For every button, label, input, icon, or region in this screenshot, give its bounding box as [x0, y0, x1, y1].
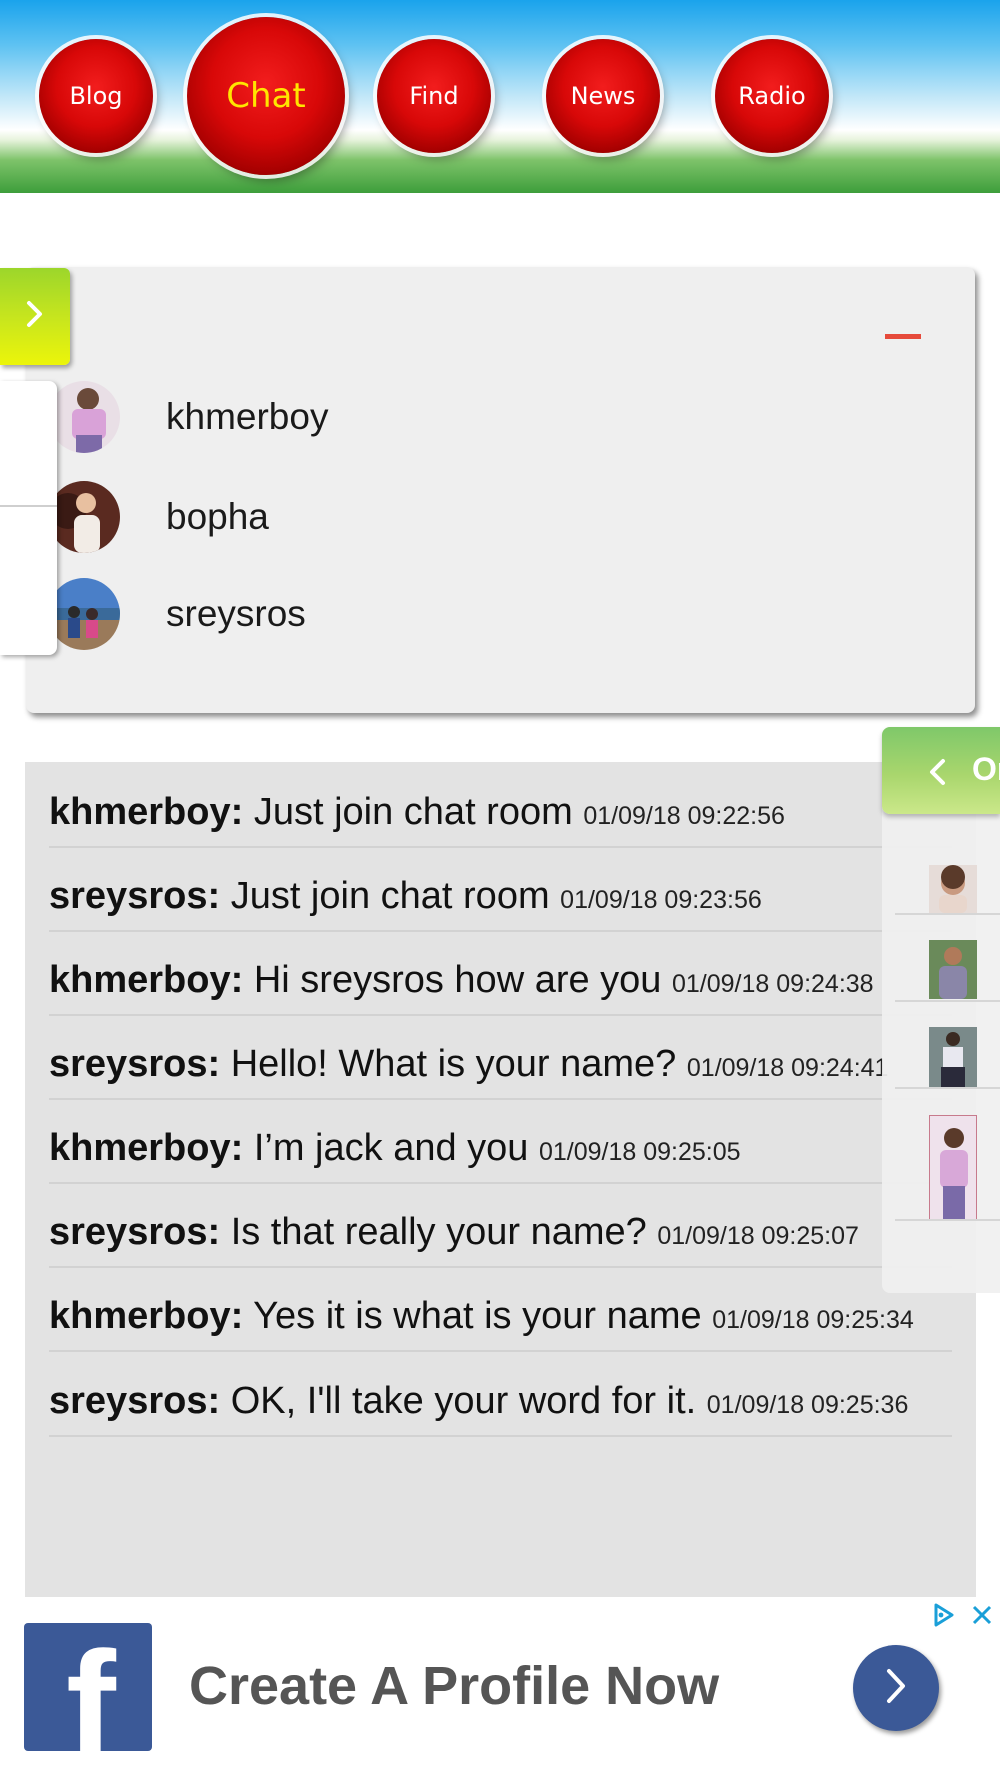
nav-find-button[interactable]: Find	[377, 39, 491, 153]
message-user[interactable]: khmerboy:	[49, 959, 243, 1001]
message-user[interactable]: sreysros:	[49, 1380, 220, 1422]
online-tab-label: Or	[972, 751, 1000, 787]
open-rooms-tab[interactable]	[0, 268, 70, 365]
nav-find-label: Find	[409, 82, 459, 110]
left-drawer[interactable]	[0, 381, 57, 655]
chat-message: khmerboy: Yes it is what is your name 01…	[49, 1268, 952, 1352]
nav-radio-label: Radio	[738, 82, 806, 110]
divider	[895, 1000, 1000, 1002]
online-user-avatar[interactable]	[929, 940, 977, 999]
chat-message: sreysros: Is that really your name? 01/0…	[49, 1184, 952, 1268]
message-user[interactable]: khmerboy:	[49, 1295, 243, 1337]
message-user[interactable]: khmerboy:	[49, 1127, 243, 1169]
header-bar: Blog Chat Find News Radio	[0, 0, 1000, 193]
message-time: 01/09/18 09:24:41	[686, 1054, 889, 1082]
avatar	[48, 381, 120, 453]
ad-go-button[interactable]	[853, 1645, 939, 1731]
chevron-right-icon	[882, 1666, 910, 1711]
message-time: 01/09/18 09:25:07	[657, 1222, 859, 1250]
room-user-name: khmerboy	[166, 396, 329, 437]
chat-message: sreysros: OK, I'll take your word for it…	[49, 1353, 952, 1437]
divider	[895, 1087, 1000, 1089]
room-user-name: sreysros	[166, 593, 306, 634]
facebook-logo: f	[24, 1623, 152, 1751]
room-user-item[interactable]: sreysros	[48, 578, 306, 650]
message-time: 01/09/18 09:25:36	[706, 1391, 909, 1419]
ad-headline[interactable]: Create A Profile Now	[189, 1655, 719, 1717]
message-text: Hello! What is your name?	[230, 1043, 677, 1085]
chat-message: khmerboy: I’m jack and you 01/09/18 09:2…	[49, 1100, 952, 1184]
divider	[0, 505, 57, 507]
avatar	[48, 578, 120, 650]
message-time: 01/09/18 09:23:56	[560, 886, 762, 914]
divider	[895, 913, 1000, 915]
chevron-right-icon	[24, 299, 46, 334]
divider	[895, 1219, 1000, 1221]
nav-blog-button[interactable]: Blog	[39, 39, 153, 153]
message-user[interactable]: sreysros:	[49, 1211, 220, 1253]
room-user-name: bopha	[166, 496, 269, 537]
nav-radio-button[interactable]: Radio	[715, 39, 829, 153]
message-user[interactable]: sreysros:	[49, 1043, 220, 1085]
room-user-item[interactable]: khmerboy	[48, 381, 328, 453]
nav-chat-label: Chat	[226, 76, 306, 116]
room-user-item[interactable]: bopha	[48, 481, 269, 553]
chat-message: sreysros: Just join chat room 01/09/18 0…	[49, 848, 952, 932]
message-time: 01/09/18 09:25:34	[712, 1306, 914, 1334]
message-time: 01/09/18 09:25:05	[538, 1138, 741, 1166]
nav-blog-label: Blog	[69, 82, 123, 110]
message-text: Just join chat room	[253, 791, 573, 833]
message-text: OK, I'll take your word for it.	[230, 1380, 697, 1422]
avatar	[48, 481, 120, 553]
message-time: 01/09/18 09:24:38	[672, 970, 874, 998]
online-user-avatar[interactable]	[929, 1027, 977, 1088]
chat-message: khmerboy: Hi sreysros how are you 01/09/…	[49, 932, 952, 1016]
message-text: Just join chat room	[230, 875, 550, 917]
message-user[interactable]: sreysros:	[49, 875, 220, 917]
message-text: Yes it is what is your name	[253, 1295, 702, 1337]
minimize-icon[interactable]	[885, 334, 921, 339]
message-time: 01/09/18 09:22:56	[583, 802, 785, 830]
close-icon[interactable]	[964, 1597, 1000, 1633]
chat-message: khmerboy: Just join chat room 01/09/18 0…	[49, 764, 952, 848]
chat-message: sreysros: Hello! What is your name? 01/0…	[49, 1016, 952, 1100]
message-text: Hi sreysros how are you	[253, 959, 662, 1001]
message-text: Is that really your name?	[230, 1211, 647, 1253]
online-user-avatar[interactable]	[929, 1115, 977, 1220]
message-text: I’m jack and you	[253, 1127, 529, 1169]
online-users-tab[interactable]: Or	[882, 727, 1000, 814]
adchoices-icon[interactable]	[925, 1597, 961, 1633]
nav-chat-button[interactable]: Chat	[187, 17, 345, 175]
online-user-avatar[interactable]	[929, 865, 977, 913]
nav-news-label: News	[570, 82, 636, 110]
chevron-left-icon	[927, 757, 949, 792]
message-user[interactable]: khmerboy:	[49, 791, 243, 833]
nav-news-button[interactable]: News	[546, 39, 660, 153]
